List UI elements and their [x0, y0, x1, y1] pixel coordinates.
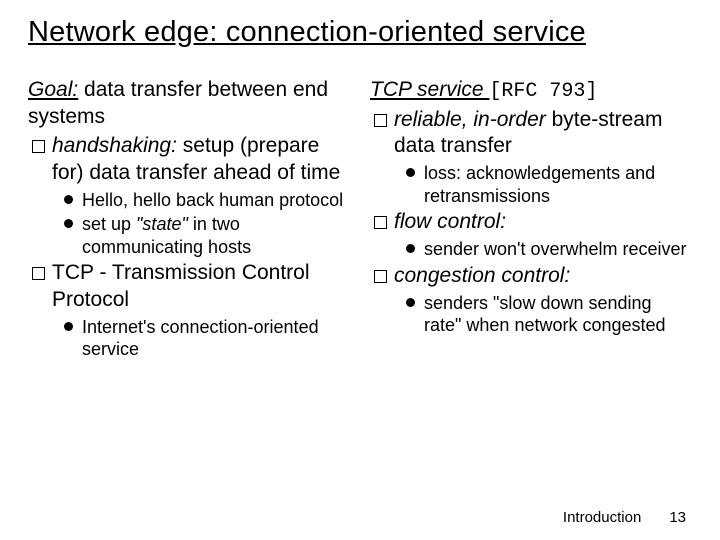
sub-slowdown: senders "slow down sending rate" when ne…: [404, 292, 692, 337]
flow-term: flow control:: [394, 210, 506, 233]
bullet-congestion-control: congestion control: senders "slow down s…: [372, 263, 692, 337]
slide-title: Network edge: connection-oriented servic…: [28, 16, 692, 49]
goal-label: Goal:: [28, 78, 78, 101]
tcp-service-label: TCP service: [370, 78, 489, 101]
goal-line: Goal: data transfer between end systems: [28, 77, 350, 131]
sub-setup-state: set up "state" in two communicating host…: [62, 213, 350, 258]
content-columns: Goal: data transfer between end systems …: [28, 77, 692, 363]
sub-overwhelm: sender won't overwhelm receiver: [404, 238, 692, 261]
tcp-text: TCP - Transmission Control Protocol: [52, 261, 310, 311]
bullet-reliable: reliable, in-order byte-stream data tran…: [372, 107, 692, 208]
section-label: Introduction: [563, 509, 641, 526]
rfc-ref: [RFC 793]: [489, 80, 597, 103]
handshaking-term: handshaking:: [52, 134, 177, 157]
page-number: 13: [669, 509, 686, 526]
sub-loss: loss: acknowledgements and retransmissio…: [404, 162, 692, 207]
right-column: TCP service [RFC 793] reliable, in-order…: [370, 77, 692, 363]
congestion-term: congestion control:: [394, 264, 570, 287]
tcp-service-head: TCP service [RFC 793]: [370, 77, 692, 105]
bullet-handshaking: handshaking: setup (prepare for) data tr…: [30, 133, 350, 258]
state-pre: set up: [82, 214, 136, 234]
tcp-subs: Internet's connection-oriented service: [52, 316, 350, 361]
flow-subs: sender won't overwhelm receiver: [394, 238, 692, 261]
congestion-subs: senders "slow down sending rate" when ne…: [394, 292, 692, 337]
state-ital: "state": [136, 214, 188, 234]
footer: Introduction 13: [563, 509, 686, 526]
reliable-subs: loss: acknowledgements and retransmissio…: [394, 162, 692, 207]
sub-internet-service: Internet's connection-oriented service: [62, 316, 350, 361]
bullet-flow-control: flow control: sender won't overwhelm rec…: [372, 209, 692, 260]
bullet-tcp: TCP - Transmission Control Protocol Inte…: [30, 260, 350, 361]
left-column: Goal: data transfer between end systems …: [28, 77, 350, 363]
left-bullets: handshaking: setup (prepare for) data tr…: [28, 133, 350, 361]
reliable-term: reliable, in-order: [394, 108, 546, 131]
right-bullets: reliable, in-order byte-stream data tran…: [370, 107, 692, 337]
sub-hello: Hello, hello back human protocol: [62, 189, 350, 212]
handshaking-subs: Hello, hello back human protocol set up …: [52, 189, 350, 259]
